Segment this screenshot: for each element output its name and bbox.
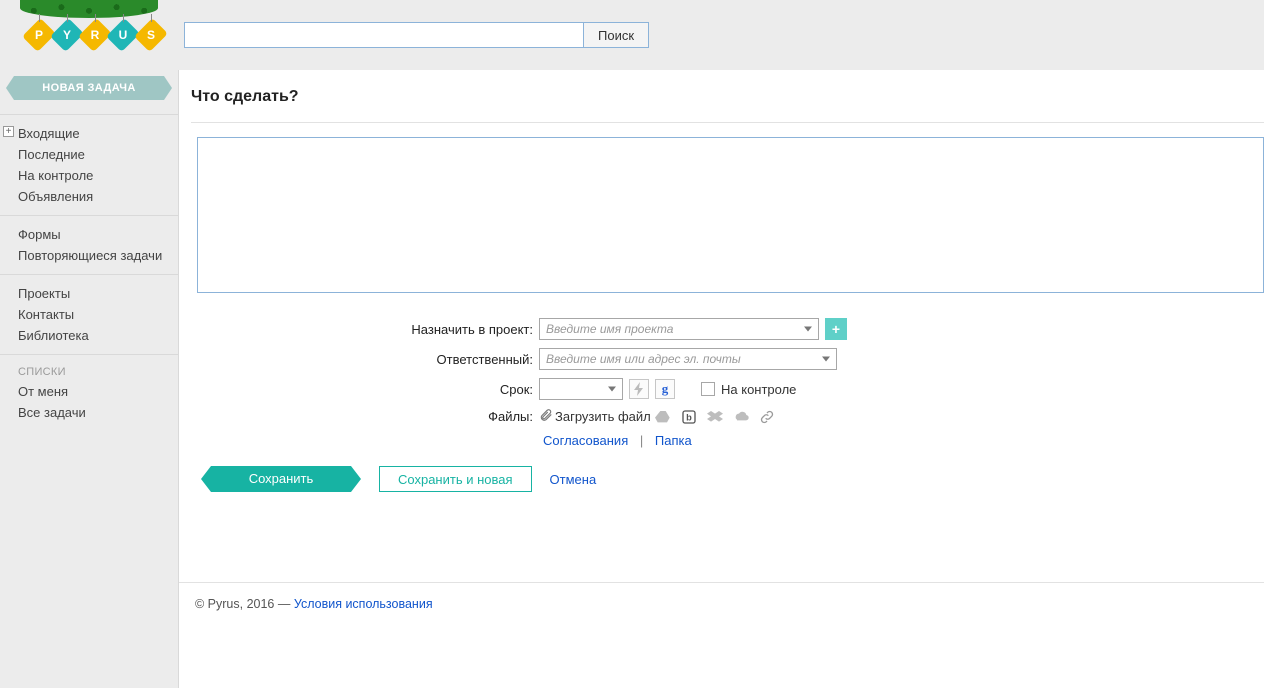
responsible-combo[interactable]: Введите имя или адрес эл. почты <box>539 348 837 370</box>
page-title: Что сделать? <box>191 88 1264 106</box>
add-project-button[interactable]: + <box>825 318 847 340</box>
garland-decoration <box>20 0 158 18</box>
sidebar-item-inbox[interactable]: + Входящие <box>18 123 178 144</box>
approvals-link[interactable]: Согласования <box>543 433 628 448</box>
upload-file-link[interactable]: Загрузить файл <box>555 409 651 424</box>
sidebar-item-projects[interactable]: Проекты <box>18 283 178 304</box>
sidebar-item-recurring[interactable]: Повторяющиеся задачи <box>18 245 178 266</box>
quick-date-button[interactable] <box>629 379 649 399</box>
responsible-placeholder: Введите имя или адрес эл. почты <box>546 352 741 366</box>
svg-text:b: b <box>686 412 692 422</box>
cancel-button[interactable]: Отмена <box>550 472 597 487</box>
sidebar-item-label: На контроле <box>18 168 93 183</box>
sidebar-item-oncontrol[interactable]: На контроле <box>18 165 178 186</box>
logo-letter: Y <box>63 28 71 42</box>
project-placeholder: Введите имя проекта <box>546 322 673 336</box>
sidebar-item-from-me[interactable]: От меня <box>18 381 178 402</box>
search-button[interactable]: Поиск <box>584 22 649 48</box>
chevron-down-icon <box>804 327 812 332</box>
logo-letter: R <box>91 28 100 42</box>
sidebar-item-contacts[interactable]: Контакты <box>18 304 178 325</box>
sidebar-item-all-tasks[interactable]: Все задачи <box>18 402 178 423</box>
google-calendar-button[interactable]: g <box>655 379 675 399</box>
logo-letter: U <box>119 28 128 42</box>
chevron-down-icon <box>608 387 616 392</box>
sidebar-heading-lists: СПИСКИ <box>18 363 178 381</box>
due-date-combo[interactable] <box>539 378 623 400</box>
footer: © Pyrus, 2016 — Условия использования <box>179 582 1264 688</box>
due-label: Срок: <box>191 382 539 397</box>
responsible-label: Ответственный: <box>191 352 539 367</box>
folder-link[interactable]: Папка <box>655 433 692 448</box>
save-button[interactable]: Сохранить <box>201 466 361 492</box>
sidebar-item-label: Повторяющиеся задачи <box>18 248 162 263</box>
box-icon[interactable]: b <box>681 409 697 425</box>
copyright-text: © Pyrus, 2016 — <box>195 597 294 611</box>
sidebar-item-label: Формы <box>18 227 61 242</box>
divider <box>191 122 1264 123</box>
sidebar-item-library[interactable]: Библиотека <box>18 325 178 346</box>
sidebar-item-label: От меня <box>18 384 68 399</box>
sidebar-item-label: Контакты <box>18 307 74 322</box>
sidebar-item-label: Последние <box>18 147 85 162</box>
onedrive-icon[interactable] <box>733 409 749 425</box>
project-combo[interactable]: Введите имя проекта <box>539 318 819 340</box>
on-control-label: На контроле <box>721 382 796 397</box>
terms-link[interactable]: Условия использования <box>294 597 433 611</box>
search-input[interactable] <box>184 22 584 48</box>
sidebar-item-label: Проекты <box>18 286 70 301</box>
google-drive-icon[interactable] <box>655 409 671 425</box>
task-description-input[interactable] <box>197 137 1264 293</box>
logo-letter: S <box>147 28 155 42</box>
new-task-button[interactable]: НОВАЯ ЗАДАЧА <box>6 76 172 100</box>
sidebar-item-label: Входящие <box>18 126 80 141</box>
bolt-icon <box>631 381 647 397</box>
paperclip-icon <box>539 408 553 425</box>
project-label: Назначить в проект: <box>191 322 539 337</box>
files-label: Файлы: <box>191 409 539 424</box>
sidebar-item-announcements[interactable]: Объявления <box>18 186 178 207</box>
logo-letter: P <box>35 28 43 42</box>
sidebar-item-label: Библиотека <box>18 328 89 343</box>
separator: | <box>640 433 643 448</box>
link-icon[interactable] <box>759 409 775 425</box>
save-and-new-button[interactable]: Сохранить и новая <box>379 466 532 492</box>
sidebar-item-recent[interactable]: Последние <box>18 144 178 165</box>
expand-icon[interactable]: + <box>3 126 14 137</box>
on-control-checkbox[interactable] <box>701 382 715 396</box>
sidebar-item-label: Объявления <box>18 189 93 204</box>
chevron-down-icon <box>822 357 830 362</box>
dropbox-icon[interactable] <box>707 409 723 425</box>
logo[interactable]: P Y R U S <box>0 0 178 70</box>
sidebar-item-label: Все задачи <box>18 405 86 420</box>
sidebar-item-forms[interactable]: Формы <box>18 224 178 245</box>
